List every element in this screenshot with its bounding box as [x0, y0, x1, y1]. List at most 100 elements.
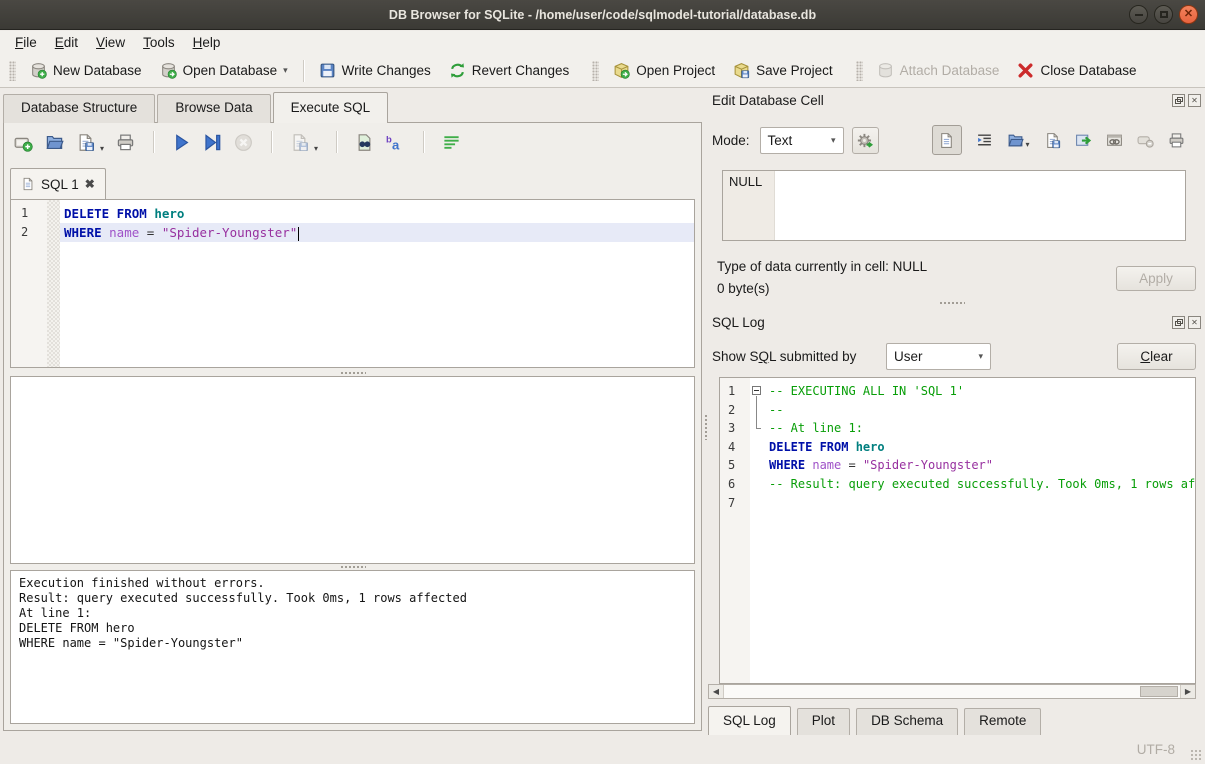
- cell-value-text-area[interactable]: [775, 171, 1185, 240]
- text-document-icon: [938, 132, 955, 149]
- log-filter-value: User: [894, 349, 923, 364]
- panel-splitter[interactable]: [704, 122, 708, 731]
- maximize-icon: [1160, 11, 1168, 18]
- toolbar-drag-handle[interactable]: [856, 61, 863, 81]
- log-code-area: -- EXECUTING ALL IN 'SQL 1'---- At line …: [765, 378, 1195, 683]
- sql-editor-tab[interactable]: SQL 1 ✖: [10, 168, 106, 199]
- sql-toolbar-separator: [336, 131, 337, 153]
- titlebar[interactable]: DB Browser for SQLite - /home/user/code/…: [0, 0, 1205, 30]
- editor-line-numbers: 12: [11, 200, 47, 367]
- editor-code-area[interactable]: DELETE FROM heroWHERE name = "Spider-You…: [60, 200, 694, 367]
- tab-database-structure[interactable]: Database Structure: [3, 94, 155, 123]
- close-panel-icon: ✕: [1191, 96, 1198, 105]
- float-panel-button[interactable]: [1172, 316, 1185, 329]
- open-database-dropdown-icon[interactable]: ▾: [283, 66, 288, 75]
- word-wrap-button[interactable]: [442, 133, 461, 152]
- save-sql-dropdown-icon[interactable]: ▾: [100, 144, 104, 153]
- splitter-handle-icon: [704, 414, 708, 440]
- log-horizontal-scrollbar[interactable]: ◀ ▶: [708, 684, 1196, 699]
- new-sql-tab-button[interactable]: [14, 133, 33, 152]
- results-grid[interactable]: [10, 376, 695, 564]
- open-database-icon: [160, 62, 177, 79]
- log-filter-label: Show SQL submitted by: [712, 349, 856, 364]
- bottom-tab-plot[interactable]: Plot: [797, 708, 850, 735]
- log-line-numbers: 1234567: [720, 378, 750, 683]
- text-mode-button[interactable]: [932, 125, 962, 155]
- execute-all-button[interactable]: [172, 133, 191, 152]
- import-dropdown-icon[interactable]: ▾: [1026, 140, 1030, 149]
- close-database-label: Close Database: [1040, 63, 1136, 78]
- float-panel-button[interactable]: [1172, 94, 1185, 107]
- close-database-button[interactable]: Close Database: [1008, 58, 1145, 83]
- menu-tools[interactable]: Tools: [134, 33, 184, 52]
- scroll-right-icon[interactable]: ▶: [1180, 685, 1195, 698]
- scroll-left-icon[interactable]: ◀: [709, 685, 724, 698]
- window-title: DB Browser for SQLite - /home/user/code/…: [0, 0, 1205, 30]
- format-sql-button[interactable]: [386, 133, 405, 152]
- revert-changes-button[interactable]: Revert Changes: [440, 58, 579, 83]
- encoding-status: UTF-8: [1137, 742, 1175, 757]
- save-project-button[interactable]: Save Project: [724, 58, 842, 83]
- menu-file[interactable]: File: [6, 33, 46, 52]
- resize-grip[interactable]: [1190, 749, 1202, 761]
- sql-log-view[interactable]: 1234567 -- EXECUTING ALL IN 'SQL 1'---- …: [719, 377, 1196, 684]
- auto-mode-button[interactable]: [852, 127, 879, 154]
- bottom-tab-sql-log[interactable]: SQL Log: [708, 706, 791, 735]
- bottom-tab-db-schema[interactable]: DB Schema: [856, 708, 958, 735]
- open-project-icon: [613, 62, 630, 79]
- print-sql-button[interactable]: [116, 133, 135, 152]
- execution-message: Execution finished without errors. Resul…: [10, 570, 695, 724]
- toolbar-drag-handle[interactable]: [9, 61, 16, 81]
- sql-editor[interactable]: 12 DELETE FROM heroWHERE name = "Spider-…: [10, 199, 695, 368]
- tab-execute-sql[interactable]: Execute SQL: [273, 92, 389, 123]
- bottom-tab-remote[interactable]: Remote: [964, 708, 1041, 735]
- menu-view[interactable]: View: [87, 33, 134, 52]
- apply-label: Apply: [1139, 271, 1173, 286]
- scrollbar-thumb[interactable]: [1140, 686, 1178, 697]
- revert-changes-label: Revert Changes: [472, 63, 570, 78]
- sql-file-icon: [21, 177, 35, 191]
- cell-log-splitter[interactable]: [707, 300, 1197, 306]
- execute-line-button[interactable]: [203, 133, 222, 152]
- menu-edit[interactable]: Edit: [46, 33, 87, 52]
- fold-collapse-icon[interactable]: [752, 386, 761, 395]
- open-project-button[interactable]: Open Project: [604, 58, 724, 83]
- cell-value-gutter: NULL: [723, 171, 775, 240]
- export-data-button[interactable]: [1044, 132, 1061, 149]
- new-database-button[interactable]: New Database: [21, 58, 151, 83]
- write-changes-button[interactable]: Write Changes: [310, 58, 440, 83]
- cell-size-info: 0 byte(s): [717, 281, 770, 296]
- word-wrap-button[interactable]: [976, 132, 993, 149]
- open-url-button[interactable]: [1106, 132, 1123, 149]
- clear-log-button[interactable]: Clear: [1117, 343, 1196, 370]
- close-panel-button[interactable]: ✕: [1188, 94, 1201, 107]
- sql-toolbar: ▾ ▾: [14, 131, 461, 153]
- clear-label: lear: [1150, 349, 1173, 364]
- tab-browse-data[interactable]: Browse Data: [157, 94, 270, 123]
- close-sql-tab-icon[interactable]: ✖: [85, 177, 95, 191]
- find-button[interactable]: [355, 133, 374, 152]
- log-filter-select[interactable]: User ▾: [886, 343, 991, 370]
- log-filter-label-post: L submitted by: [769, 349, 856, 364]
- close-panel-button[interactable]: ✕: [1188, 316, 1201, 329]
- mode-select[interactable]: Text ▾: [760, 127, 844, 154]
- toolbar-drag-handle[interactable]: [592, 61, 599, 81]
- attach-database-icon: [877, 62, 894, 79]
- open-database-button[interactable]: Open Database ▾: [151, 58, 297, 83]
- save-project-label: Save Project: [756, 63, 833, 78]
- toolbar-separator: [303, 60, 304, 82]
- mode-dropdown-icon: ▾: [831, 136, 836, 145]
- gear-apply-icon: [857, 132, 874, 149]
- open-external-button[interactable]: [1075, 132, 1092, 149]
- open-sql-file-button[interactable]: [45, 133, 64, 152]
- maximize-button[interactable]: [1154, 5, 1173, 24]
- close-button[interactable]: ✕: [1179, 5, 1198, 24]
- import-data-button[interactable]: [1007, 132, 1024, 149]
- minimize-button[interactable]: [1129, 5, 1148, 24]
- sql-toolbar-separator: [271, 131, 272, 153]
- cell-value-editor[interactable]: NULL: [722, 170, 1186, 241]
- save-sql-file-button[interactable]: [76, 133, 95, 152]
- menu-help[interactable]: Help: [184, 33, 230, 52]
- print-cell-button[interactable]: [1168, 132, 1185, 149]
- float-icon: [1177, 319, 1183, 324]
